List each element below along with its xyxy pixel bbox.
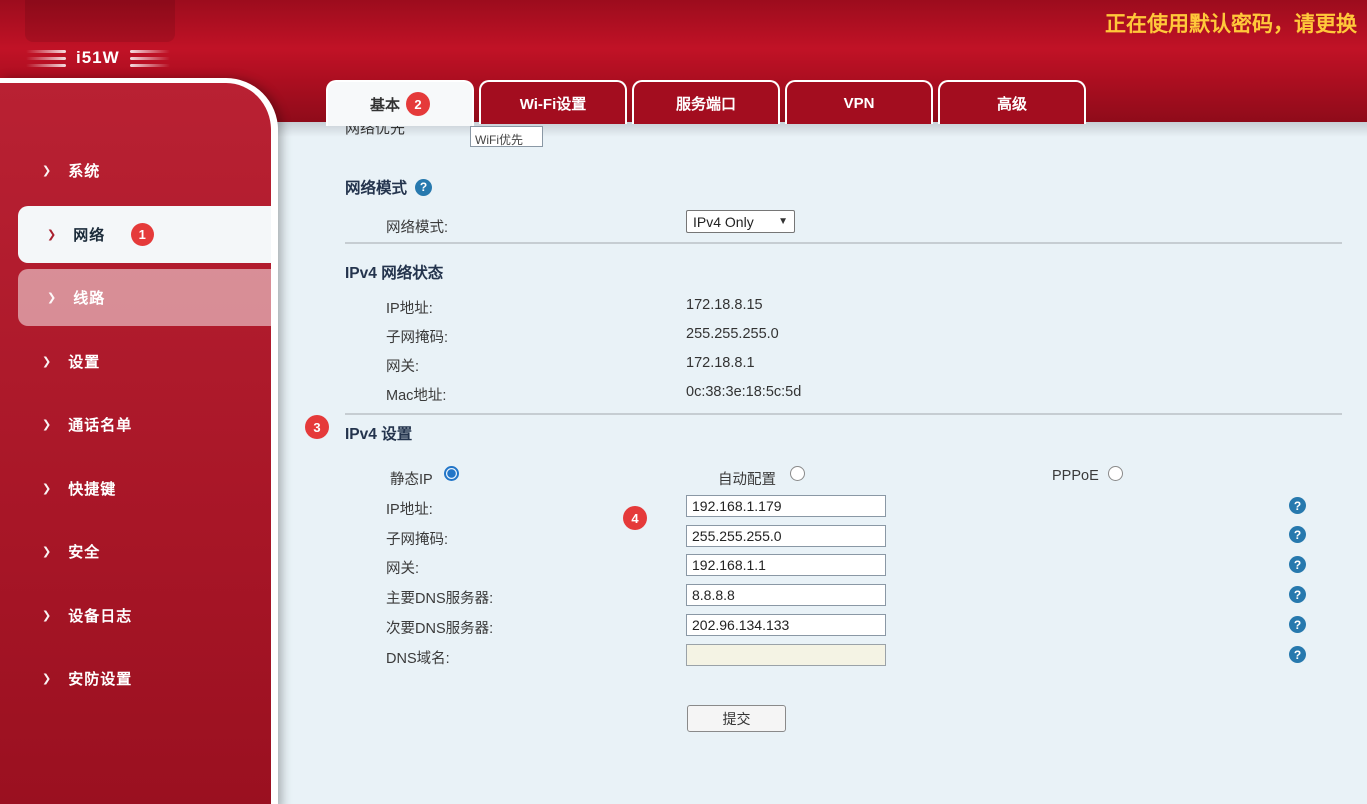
- ip-address-input[interactable]: [686, 495, 886, 517]
- sidebar-item-label: 安全: [68, 541, 100, 562]
- sidebar-item-device-log[interactable]: ❯ 设备日志: [0, 584, 271, 648]
- ipv4-status-title: IPv4 网络状态: [345, 261, 443, 283]
- speed-lines-icon: [26, 50, 66, 67]
- ipv4-settings-title: IPv4 设置: [345, 422, 412, 444]
- default-password-warning: 正在使用默认密码，请更换: [1105, 8, 1357, 38]
- sidebar-item-label: 快捷键: [68, 478, 116, 499]
- tab-label: Wi-Fi设置: [520, 93, 587, 114]
- sidebar-item-security[interactable]: ❯ 安全: [0, 520, 271, 584]
- network-mode-select-value: IPv4 Only: [693, 214, 754, 230]
- tab-service-port[interactable]: 服务端口: [632, 80, 780, 124]
- chevron-down-icon: ▼: [778, 216, 788, 227]
- gateway-input[interactable]: [686, 554, 886, 576]
- tab-wifi-settings[interactable]: Wi-Fi设置: [479, 80, 627, 124]
- status-row-value: 0c:38:3e:18:5c:5d: [686, 384, 801, 400]
- field-label-dns2: 次要DNS服务器:: [386, 617, 493, 638]
- tab-label: 高级: [997, 93, 1027, 114]
- sidebar-item-line[interactable]: ❯ 线路: [18, 269, 271, 326]
- status-row-label: Mac地址:: [386, 384, 446, 405]
- network-mode-select[interactable]: IPv4 Only ▼: [686, 210, 795, 233]
- sidebar-nav: ❯ 系统 ❯ 网络 1 ❯ 线路 ❯ 设置 ❯ 通话名单 ❯ 快捷键 ❯ 安全: [0, 83, 271, 711]
- sidebar-item-label: 安防设置: [68, 668, 132, 689]
- sidebar-item-label: 设置: [68, 351, 100, 372]
- section-divider: [345, 413, 1342, 415]
- chevron-right-icon: ❯: [47, 291, 57, 304]
- network-mode-row-label: 网络模式:: [386, 216, 448, 237]
- tab-advanced[interactable]: 高级: [938, 80, 1086, 124]
- chevron-right-icon: ❯: [42, 545, 52, 558]
- main-content: 网络优先 WiFi优先 网络模式 ? 网络模式: IPv4 Only ▼ IPv…: [276, 122, 1367, 804]
- chevron-right-icon: ❯: [42, 164, 52, 177]
- step-badge-1: 1: [131, 223, 154, 246]
- logo: i51W: [26, 48, 170, 68]
- primary-dns-input[interactable]: [686, 584, 886, 606]
- tab-label: 基本: [370, 94, 400, 115]
- logo-backdrop: [25, 0, 175, 42]
- help-icon[interactable]: ?: [1289, 586, 1306, 603]
- section-divider: [345, 242, 1342, 244]
- chevron-right-icon: ❯: [42, 609, 52, 622]
- sidebar-item-label: 设备日志: [68, 605, 132, 626]
- sidebar-item-settings[interactable]: ❯ 设置: [0, 330, 271, 394]
- status-row-label: IP地址:: [386, 297, 433, 318]
- sidebar: ❯ 系统 ❯ 网络 1 ❯ 线路 ❯ 设置 ❯ 通话名单 ❯ 快捷键 ❯ 安全: [0, 78, 278, 804]
- sidebar-item-call-list[interactable]: ❯ 通话名单: [0, 393, 271, 457]
- status-row-value: 255.255.255.0: [686, 326, 779, 342]
- radio-label-dhcp: 自动配置: [718, 468, 776, 489]
- dns-domain-input: [686, 644, 886, 666]
- radio-dhcp[interactable]: [790, 466, 805, 481]
- chevron-right-icon: ❯: [42, 355, 52, 368]
- help-icon[interactable]: ?: [1289, 646, 1306, 663]
- speed-lines-icon: [130, 50, 170, 67]
- logo-text: i51W: [76, 48, 120, 68]
- chevron-right-icon: ❯: [47, 228, 57, 241]
- tab-label: 服务端口: [676, 93, 736, 114]
- step-badge-3: 3: [305, 415, 329, 439]
- help-icon[interactable]: ?: [1289, 497, 1306, 514]
- radio-pppoe[interactable]: [1108, 466, 1123, 481]
- tab-basic[interactable]: 基本 2: [326, 80, 474, 126]
- subnet-mask-input[interactable]: [686, 525, 886, 547]
- tab-vpn[interactable]: VPN: [785, 80, 933, 124]
- field-label-dns-domain: DNS域名:: [386, 647, 450, 668]
- status-row-value: 172.18.8.1: [686, 355, 755, 371]
- section-ipv4-settings: IPv4 设置: [345, 422, 412, 444]
- secondary-dns-input[interactable]: [686, 614, 886, 636]
- clipped-setting-select[interactable]: WiFi优先: [470, 126, 543, 147]
- submit-button[interactable]: 提交: [687, 705, 786, 732]
- sidebar-item-label: 线路: [73, 287, 105, 308]
- radio-label-static-ip: 静态IP: [390, 468, 433, 489]
- field-label-gateway: 网关:: [386, 557, 419, 578]
- step-badge-2: 2: [406, 92, 430, 116]
- help-icon[interactable]: ?: [1289, 526, 1306, 543]
- sidebar-item-function-key[interactable]: ❯ 快捷键: [0, 457, 271, 521]
- tab-bar: 基本 2 Wi-Fi设置 服务端口 VPN 高级: [326, 80, 1086, 126]
- network-mode-title: 网络模式: [345, 176, 407, 198]
- tab-label: VPN: [844, 95, 875, 112]
- field-label-dns1: 主要DNS服务器:: [386, 587, 493, 608]
- chevron-right-icon: ❯: [42, 672, 52, 685]
- sidebar-item-network[interactable]: ❯ 网络 1: [18, 206, 271, 263]
- radio-static-ip[interactable]: [444, 466, 459, 481]
- sidebar-item-security-settings[interactable]: ❯ 安防设置: [0, 647, 271, 711]
- section-ipv4-status: IPv4 网络状态: [345, 261, 443, 283]
- help-icon[interactable]: ?: [1289, 616, 1306, 633]
- chevron-right-icon: ❯: [42, 482, 52, 495]
- status-row-label: 子网掩码:: [386, 326, 448, 347]
- help-icon[interactable]: ?: [415, 179, 432, 196]
- radio-label-pppoe: PPPoE: [1052, 468, 1099, 484]
- chevron-right-icon: ❯: [42, 418, 52, 431]
- status-row-label: 网关:: [386, 355, 419, 376]
- sidebar-item-label: 系统: [68, 160, 100, 181]
- sidebar-item-label: 网络: [73, 224, 105, 245]
- field-label-mask: 子网掩码:: [386, 528, 448, 549]
- sidebar-item-label: 通话名单: [68, 414, 132, 435]
- field-label-ip: IP地址:: [386, 498, 433, 519]
- sidebar-item-system[interactable]: ❯ 系统: [0, 139, 271, 203]
- help-icon[interactable]: ?: [1289, 556, 1306, 573]
- step-badge-4: 4: [623, 506, 647, 530]
- status-row-value: 172.18.8.15: [686, 297, 763, 313]
- section-network-mode: 网络模式 ?: [345, 176, 432, 198]
